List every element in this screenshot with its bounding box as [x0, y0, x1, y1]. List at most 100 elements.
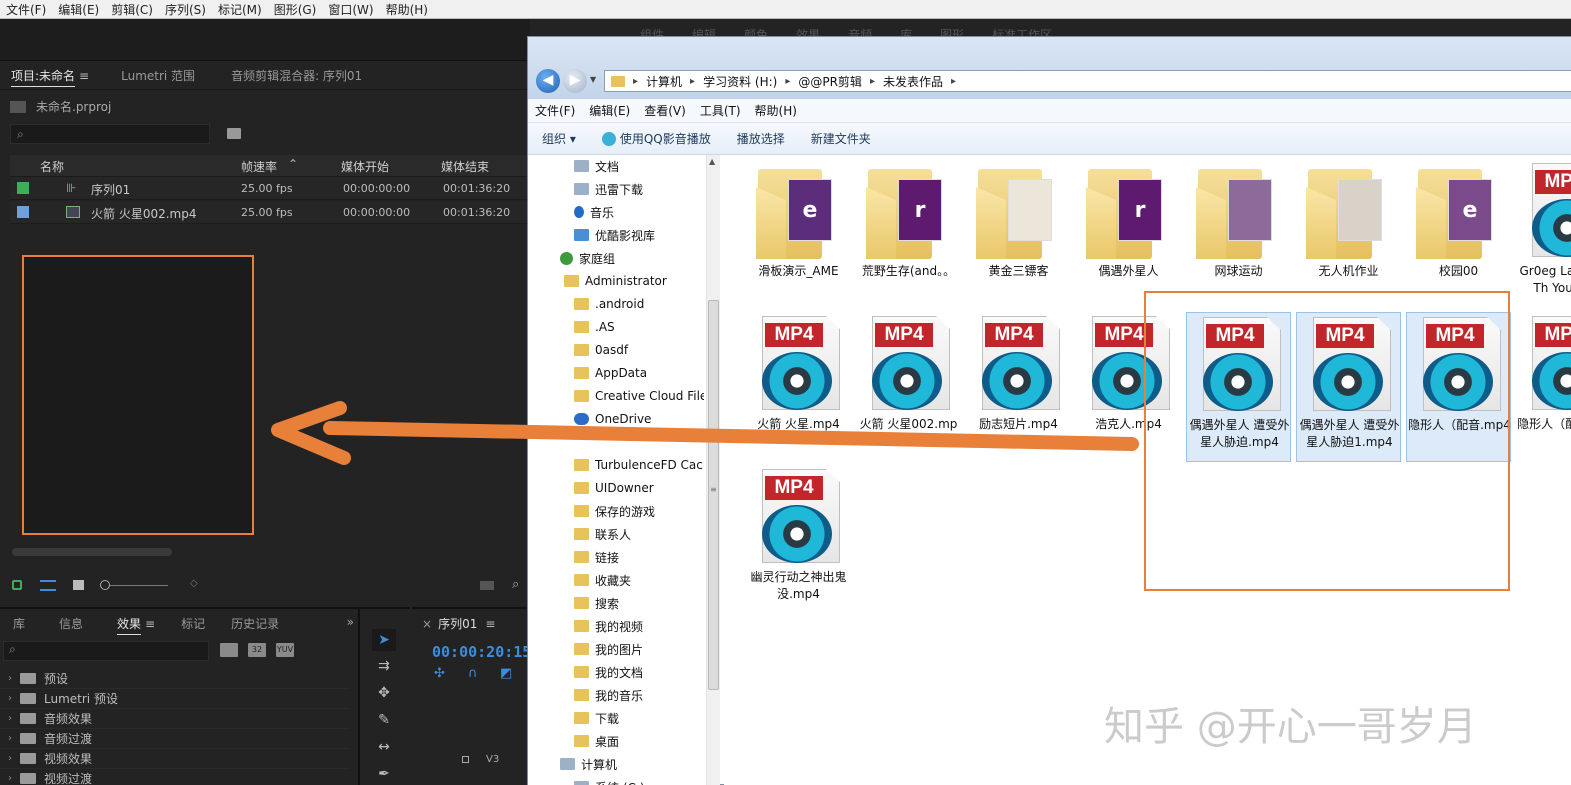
video-file-tile[interactable]: MP4 火箭 火星002.mp4 [856, 312, 961, 462]
item-name[interactable]: 序列01 [91, 181, 130, 198]
menu-item[interactable]: 帮助(H) [380, 1, 434, 18]
razor-tool-icon[interactable]: ✎ [372, 709, 396, 731]
expand-chevron-icon[interactable]: › [0, 733, 20, 744]
accelerated-effects-icon[interactable] [220, 643, 238, 657]
menu-item[interactable]: 标记(M) [212, 1, 268, 18]
slip-tool-icon[interactable]: ↔ [372, 736, 396, 758]
32bit-effects-icon[interactable]: 32 [248, 643, 266, 657]
zoom-slider[interactable] [103, 585, 168, 586]
menu-item[interactable]: 文件(F) [0, 1, 52, 18]
effects-folder-item[interactable]: › 视频过渡 [0, 769, 350, 785]
zoom-slider-handle[interactable] [100, 580, 110, 590]
column-media-start[interactable]: 媒体开始 [341, 158, 389, 175]
nav-tree-item[interactable]: 系统 (C:) [574, 776, 704, 785]
tab-effects[interactable]: 效果 ≡ [104, 615, 168, 635]
breadcrumb-separator-icon[interactable]: ▸ [690, 76, 695, 87]
menu-item[interactable]: 窗口(W) [322, 1, 379, 18]
breadcrumb-separator-icon[interactable]: ▸ [951, 76, 956, 87]
breadcrumb-item[interactable]: 学习资料 (H:) [703, 73, 777, 90]
recent-pages-dropdown-icon[interactable]: ▼ [590, 75, 596, 84]
pen-tool-icon[interactable]: ✒ [372, 763, 396, 785]
nav-tree-item[interactable]: 0asdf [574, 339, 704, 361]
nav-tree-item[interactable]: 音乐 [574, 201, 704, 223]
scrollbar-thumb[interactable] [708, 300, 719, 690]
project-search-input[interactable]: ⌕ [10, 124, 210, 144]
nav-tree-item[interactable]: 保存的游戏 [574, 500, 704, 522]
automate-to-sequence-icon[interactable] [480, 581, 494, 590]
nav-tree-item[interactable]: 搜索 [574, 592, 704, 614]
play-with-qq-button[interactable]: 使用QQ影音播放 [601, 130, 711, 147]
new-folder-button[interactable]: 新建文件夹 [811, 130, 871, 147]
column-frame-rate[interactable]: 帧速率 [241, 158, 277, 175]
nav-tree-item[interactable]: 文档 [574, 155, 704, 177]
play-selection-button[interactable]: 播放选择 [737, 130, 785, 147]
nav-tree-item[interactable]: 链接 [574, 546, 704, 568]
linked-selection-icon[interactable]: ∩ [468, 666, 478, 681]
ripple-edit-tool-icon[interactable]: ✥ [372, 682, 396, 704]
nav-tree-item[interactable]: Creative Cloud Files [574, 385, 704, 407]
video-file-tile[interactable]: MP4 隐形人（配音.mp4 [1406, 312, 1511, 462]
menu-item[interactable]: 查看(V) [637, 102, 693, 119]
horizontal-scrollbar[interactable] [12, 548, 172, 556]
track-select-tool-icon[interactable]: ⇉ [372, 655, 396, 677]
drop-target-highlight[interactable] [22, 255, 254, 535]
video-file-tile[interactable]: MP4 浩克人.mp4 [1076, 312, 1181, 462]
forward-button[interactable]: ▶ [563, 69, 587, 93]
video-file-tile[interactable]: MP4 隐形人（配音.mp4 [1516, 312, 1571, 462]
effects-search-input[interactable]: ⌕ [3, 641, 209, 661]
snap-icon[interactable]: ✣ [434, 666, 445, 681]
nav-tree-item[interactable]: 优酷影视库 [574, 224, 704, 246]
effects-folder-item[interactable]: › 音频效果 [0, 709, 350, 729]
video-file-tile[interactable]: MP4 偶遇外星人 遭受外星人胁迫1.mp4 [1296, 312, 1401, 462]
folder-tile[interactable]: r 荒野生存(and。。 [856, 159, 961, 309]
tab-lumetri-scopes[interactable]: Lumetri 范围 [110, 67, 206, 84]
new-search-bin-icon[interactable] [227, 128, 241, 139]
nav-tree-item[interactable]: 下载 [574, 707, 704, 729]
video-file-tile[interactable]: MP4 偶遇外星人 遭受外星人胁迫.mp4 [1186, 312, 1291, 462]
tab-audio-clip-mixer[interactable]: 音频剪辑混合器: 序列01 [220, 67, 373, 84]
video-file-tile[interactable]: MP4 Gr0eg Lasw And Th You.mp4 [1516, 159, 1571, 309]
menu-item[interactable]: 编辑(E) [52, 1, 105, 18]
folder-tile[interactable]: e 滑板演示_AME [746, 159, 851, 309]
nav-tree-item[interactable]: 收藏夹 [574, 569, 704, 591]
scroll-up-icon[interactable]: ▲ [709, 157, 715, 166]
nav-tree-item[interactable]: AppData [574, 362, 704, 384]
panel-menu-icon[interactable]: ≡ [485, 617, 495, 631]
folder-tile[interactable]: e 校园00 [1406, 159, 1511, 309]
nav-tree-item[interactable]: 我的图片 [574, 638, 704, 660]
nav-tree-item[interactable]: UIDowner [574, 477, 704, 499]
tab-libraries[interactable]: 库 [0, 615, 38, 632]
nav-tree-item[interactable]: Administrator [564, 270, 704, 292]
folder-tile[interactable]: 网球运动 [1186, 159, 1291, 309]
effects-folder-item[interactable]: › Lumetri 预设 [0, 689, 350, 709]
project-item-row[interactable]: ⊪ 序列01 25.00 fps 00:00:00:00 00:01:36:20 [10, 177, 528, 200]
panel-menu-icon[interactable]: ≡ [145, 617, 155, 631]
nav-tree-item[interactable]: 迅雷下载 [574, 178, 704, 200]
nav-tree-item[interactable]: OneDrive [574, 408, 704, 430]
track-label-v3[interactable]: V3 [486, 754, 499, 765]
tab-history[interactable]: 历史记录 [218, 615, 288, 632]
lock-icon[interactable] [12, 580, 22, 590]
address-bar[interactable]: ▸ 计算机 ▸ 学习资料 (H:) ▸ @@PR剪辑 ▸ 未发表作品 ▸ [604, 70, 1571, 92]
folder-tile[interactable]: 无人机作业 [1296, 159, 1401, 309]
expand-chevron-icon[interactable]: › [0, 693, 20, 704]
organize-button[interactable]: 组织 ▾ [542, 130, 576, 147]
back-button[interactable]: ◀ [536, 69, 560, 93]
expand-chevron-icon[interactable]: › [0, 753, 20, 764]
folder-tile[interactable]: r 偶遇外星人 [1076, 159, 1181, 309]
close-icon[interactable]: × [422, 617, 432, 631]
nav-tree-item[interactable]: .android [574, 293, 704, 315]
nav-tree-item[interactable]: 计算机 [560, 753, 704, 775]
breadcrumb-separator-icon[interactable]: ▸ [633, 76, 638, 87]
timeline-timecode[interactable]: 00:00:20:15 [432, 643, 531, 661]
column-name[interactable]: 名称 [40, 158, 64, 175]
breadcrumb-item[interactable]: 计算机 [646, 73, 682, 90]
menu-item[interactable]: 序列(S) [159, 1, 212, 18]
breadcrumb-separator-icon[interactable]: ▸ [785, 76, 790, 87]
yuv-effects-icon[interactable]: YUV [276, 643, 294, 657]
menu-item[interactable]: 工具(T) [693, 102, 748, 119]
nav-tree-item[interactable]: 联系人 [574, 523, 704, 545]
nav-tree-item[interactable]: 我的文档 [574, 661, 704, 683]
nav-tree-item[interactable]: TurbulenceFD Cache [574, 454, 704, 476]
panel-menu-icon[interactable]: ≡ [79, 69, 89, 83]
